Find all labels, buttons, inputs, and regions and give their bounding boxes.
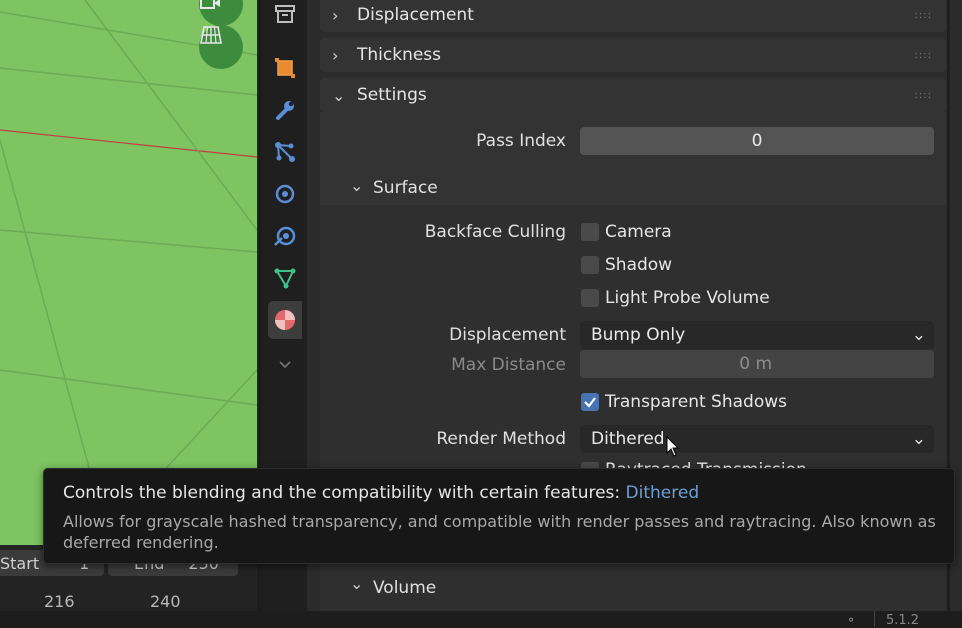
settings-panel-header[interactable]: ⌄ Settings :::: [320,78,946,112]
displacement-method-value: Bump Only [591,325,686,345]
status-bar: ⚬ 5.1.2 [0,611,962,628]
chevron-down-icon: ⌄ [911,429,926,449]
checkmark-icon [584,397,596,408]
camera-checkbox[interactable] [581,223,599,241]
displacement-panel-header[interactable]: › Displacement :::: [320,0,946,32]
tooltip-title-highlight: Dithered [625,483,700,503]
wrench-icon[interactable] [268,91,302,129]
chevron-down-icon: ⌄ [332,85,346,105]
pass-index-value: 0 [751,131,763,151]
max-distance-value: 0 m [739,354,772,374]
object-icon[interactable] [268,49,302,87]
timeline-tick: 240 [150,592,181,611]
panel-title: Displacement [357,5,474,25]
drag-handle-icon[interactable]: :::: [915,90,932,101]
light-probe-volume-label: Light Probe Volume [605,288,770,308]
chevron-right-icon: › [332,45,339,65]
volume-subpanel-header[interactable]: ⌄ Volume [320,562,946,611]
chevron-down-icon: ⌄ [350,176,364,195]
render-method-value: Dithered [591,429,665,449]
surface-title: Surface [373,178,438,198]
tooltip-description: Allows for grayscale hashed transparency… [63,512,936,552]
chevron-down-icon[interactable] [268,346,302,384]
timeline-tick: 216 [44,592,75,611]
start-label: Start [0,553,40,573]
chevron-down-icon: ⌄ [350,574,364,593]
transparent-shadows-label: Transparent Shadows [605,392,787,412]
grid-view-icon[interactable] [199,25,243,69]
max-distance-label: Max Distance [451,355,566,375]
volume-title: Volume [373,578,437,598]
displacement-method-dropdown[interactable]: Bump Only ⌄ [580,321,934,349]
pass-index-label: Pass Index [476,131,566,151]
tooltip: Controls the blending and the compatibil… [43,468,955,564]
panel-title: Settings [357,85,427,105]
archive-icon[interactable] [268,0,302,33]
material-icon[interactable] [268,301,302,339]
constraint-icon[interactable] [268,217,302,255]
version-label: 5.1.2 [886,613,920,628]
displacement-method-label: Displacement [449,325,566,345]
thickness-panel-header[interactable]: › Thickness :::: [320,38,946,72]
viewport-grid [0,0,257,545]
camera-label: Camera [605,222,672,242]
shadow-label: Shadow [605,255,673,275]
divider [874,611,875,627]
chevron-right-icon: › [332,5,339,25]
drag-handle-icon[interactable]: :::: [915,10,932,21]
render-method-dropdown[interactable]: Dithered ⌄ [580,425,934,453]
particles-icon[interactable] [268,133,302,171]
3d-viewport[interactable] [0,0,258,545]
transparent-shadows-checkbox[interactable] [581,393,599,411]
max-distance-field[interactable]: 0 m [580,350,934,378]
drag-handle-icon[interactable]: :::: [915,50,932,61]
shadow-checkbox[interactable] [581,256,599,274]
chevron-down-icon: ⌄ [911,325,926,345]
network-icon: ⚬ [846,613,857,627]
light-probe-volume-checkbox[interactable] [581,289,599,307]
tooltip-title: Controls the blending and the compatibil… [63,483,699,503]
surface-subpanel-header[interactable]: ⌄ Surface [320,170,946,204]
mesh-data-icon[interactable] [268,259,302,297]
tooltip-title-text: Controls the blending and the compatibil… [63,483,621,503]
mouse-cursor-icon [666,436,680,457]
physics-icon[interactable] [268,175,302,213]
render-method-label: Render Method [436,429,566,449]
pass-index-field[interactable]: 0 [580,127,934,155]
backface-culling-label: Backface Culling [424,222,566,242]
panel-title: Thickness [357,45,442,65]
